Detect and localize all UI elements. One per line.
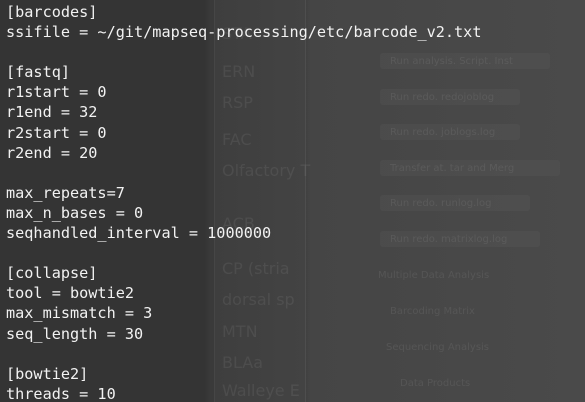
config-line: seqhandled_interval = 1000000	[6, 224, 272, 243]
config-line: [collapse]	[6, 264, 98, 283]
config-line: seq_length = 30	[6, 324, 144, 343]
config-file-text[interactable]: [barcodes] ssifile = ~/git/mapseq-process…	[6, 2, 481, 402]
config-line	[6, 42, 481, 62]
terminal-window[interactable]: STA ERN RSP FAC Olfactory T ACB CP (stri…	[0, 0, 585, 402]
config-line: r2start = 0	[6, 123, 107, 142]
config-line: [bowtie2]	[6, 364, 89, 383]
config-line: max_n_bases = 0	[6, 203, 144, 222]
config-line	[6, 243, 481, 263]
config-line: r2end = 20	[6, 143, 98, 162]
config-line	[6, 163, 481, 183]
config-line: max_mismatch = 3	[6, 304, 153, 323]
config-line: max_repeats=7	[6, 183, 125, 202]
config-line: [fastq]	[6, 63, 71, 82]
config-line: r1end = 32	[6, 103, 98, 122]
config-line	[6, 344, 481, 364]
config-line: ssifile = ~/git/mapseq-processing/etc/ba…	[6, 23, 482, 42]
config-line: tool = bowtie2	[6, 284, 135, 303]
config-line: [barcodes]	[6, 3, 98, 21]
config-line: threads = 10	[6, 384, 116, 402]
config-line: r1start = 0	[6, 83, 107, 102]
